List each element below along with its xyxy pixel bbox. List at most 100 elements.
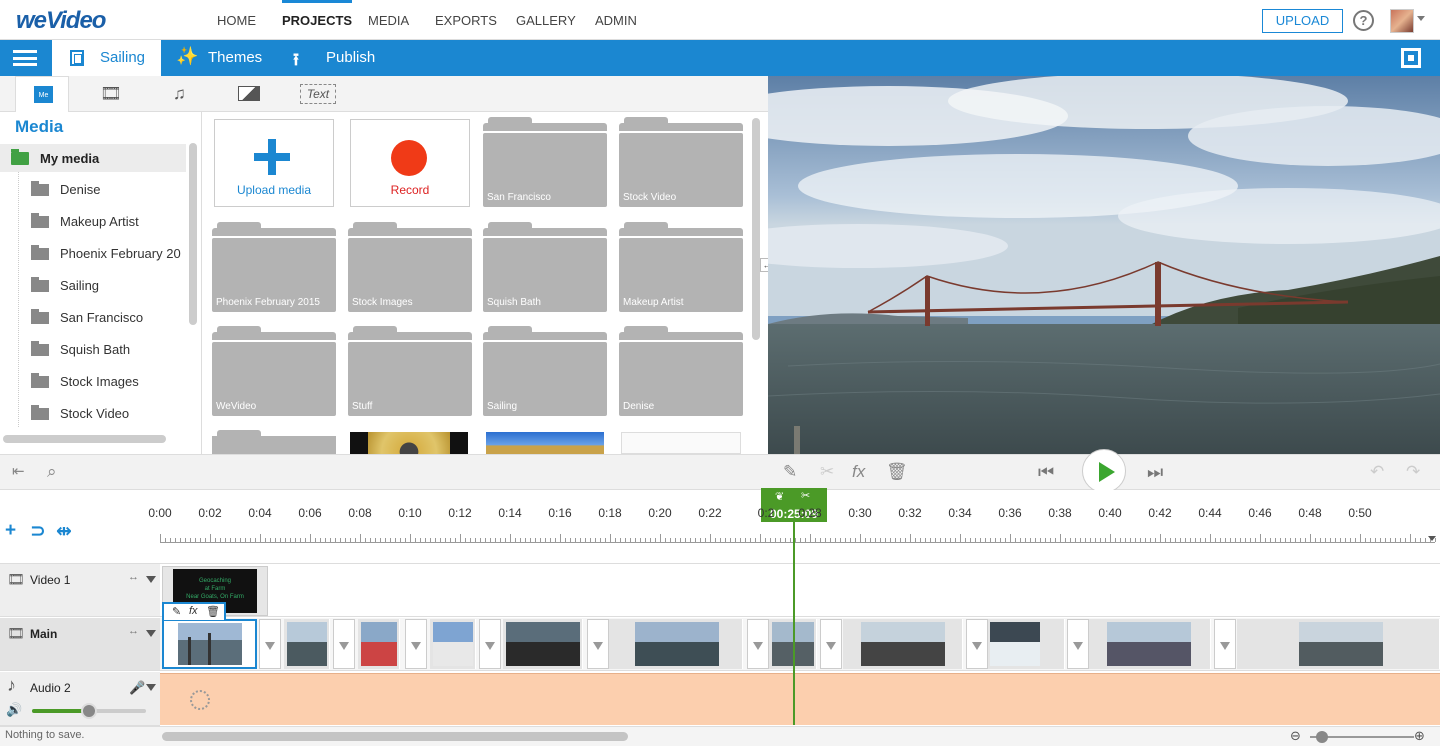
zoom-slider-handle[interactable] [1316, 731, 1328, 743]
video-clip[interactable] [430, 619, 476, 669]
tab-project-sailing[interactable]: Sailing [52, 40, 161, 76]
video-clip[interactable] [503, 619, 583, 669]
tree-item-stock-video[interactable]: Stock Video [31, 402, 186, 426]
chevron-down-icon[interactable] [146, 684, 156, 691]
video-clip[interactable] [284, 619, 330, 669]
tree-horizontal-scrollbar[interactable] [3, 435, 166, 443]
chevron-down-icon[interactable] [146, 576, 156, 583]
tab-backgrounds[interactable] [222, 76, 276, 112]
track-header-video-1[interactable]: 🎞 Video 1 ↔ [0, 564, 160, 617]
upload-button[interactable]: UPLOAD [1262, 9, 1343, 33]
fx-icon[interactable]: fx [852, 462, 865, 482]
nav-exports[interactable]: EXPORTS [435, 0, 497, 40]
tree-item-my-media[interactable]: My media [0, 144, 186, 172]
fx-icon[interactable]: fx [189, 605, 198, 617]
transition-marker[interactable] [1067, 619, 1089, 669]
marker-icon[interactable]: ❦ [775, 490, 784, 503]
track-link-icon[interactable]: ↔ [128, 571, 139, 583]
tab-transitions[interactable]: 🎞 [85, 76, 139, 112]
tree-item-denise[interactable]: Denise [31, 178, 186, 202]
tree-item-squish-bath[interactable]: Squish Bath [31, 338, 186, 362]
volume-slider-handle[interactable] [81, 703, 97, 719]
skip-back-icon[interactable]: ⏮ [1038, 462, 1054, 483]
publish-upload-icon[interactable]: ⭱ [293, 47, 299, 76]
tree-item-sailing[interactable]: Sailing [31, 274, 186, 298]
grid-folder-partial[interactable] [212, 430, 336, 454]
themes-button[interactable]: Themes [208, 49, 262, 66]
track-lane-audio-2[interactable] [160, 673, 1440, 725]
ruler-scroll-caret-icon[interactable] [1428, 536, 1436, 541]
undo-icon[interactable]: ↶ [1370, 462, 1384, 482]
transition-marker[interactable] [259, 619, 281, 669]
record-tile[interactable]: Record [350, 119, 470, 207]
media-thumbnail-cat[interactable] [350, 432, 468, 454]
video-clip[interactable] [987, 619, 1065, 669]
microphone-icon[interactable]: 🎤 [129, 680, 145, 696]
tree-item-makeup-artist[interactable]: Makeup Artist [31, 210, 186, 234]
track-link-icon[interactable]: ↔ [128, 625, 139, 637]
chevron-down-icon[interactable] [1417, 16, 1425, 21]
add-track-icon[interactable]: + [5, 520, 16, 542]
magnet-snap-icon[interactable]: ⊃ [30, 520, 46, 543]
grid-folder-stock-images[interactable]: Stock Images [348, 222, 472, 314]
transition-marker[interactable] [1214, 619, 1236, 669]
video-clip[interactable] [358, 619, 400, 669]
transition-marker[interactable] [405, 619, 427, 669]
trash-icon[interactable]: 🗑 [886, 462, 908, 482]
transition-marker[interactable] [747, 619, 769, 669]
track-header-main[interactable]: 🎞 Main ↔ [0, 618, 160, 671]
video-preview[interactable] [768, 76, 1440, 454]
pencil-edit-icon[interactable]: ✎ [783, 462, 797, 482]
fit-timeline-icon[interactable]: ⇹ [56, 520, 72, 543]
help-icon[interactable]: ? [1353, 10, 1374, 31]
zoom-in-icon[interactable]: ⊕ [1414, 728, 1425, 744]
timeline-ruler[interactable] [0, 490, 1440, 564]
tab-audio[interactable]: ♫ [153, 76, 207, 112]
collapse-panel-icon[interactable]: ⇤ [12, 462, 25, 480]
transition-marker[interactable] [333, 619, 355, 669]
track-lane-video-1[interactable] [160, 564, 1440, 617]
pencil-edit-icon[interactable]: ✎ [172, 605, 181, 618]
video-clip[interactable] [843, 619, 963, 669]
video-clip[interactable] [1237, 619, 1440, 669]
tree-item-san-francisco[interactable]: San Francisco [31, 306, 186, 330]
nav-projects[interactable]: PROJECTS [282, 0, 353, 40]
tree-vertical-scrollbar[interactable] [189, 143, 197, 325]
grid-folder-san-francisco[interactable]: San Francisco [483, 117, 607, 209]
publish-button[interactable]: Publish [326, 49, 375, 66]
tree-item-phoenix[interactable]: Phoenix February 20 [31, 242, 186, 266]
clip-tools-popover[interactable]: ✎ fx 🗑 [162, 602, 226, 620]
grid-folder-stock-video[interactable]: Stock Video [619, 117, 743, 209]
transition-marker[interactable] [820, 619, 842, 669]
transition-marker[interactable] [479, 619, 501, 669]
wevideo-logo[interactable]: weVideo [16, 7, 106, 35]
tree-item-stock-images[interactable]: Stock Images [31, 370, 186, 394]
grid-folder-makeup-artist[interactable]: Makeup Artist [619, 222, 743, 314]
split-scissors-icon[interactable]: ✂ [820, 462, 834, 482]
video-clip[interactable] [609, 619, 743, 669]
nav-gallery[interactable]: GALLERY [516, 0, 576, 40]
skip-forward-icon[interactable]: ⏭ [1147, 462, 1163, 483]
grid-folder-wevideo[interactable]: WeVideo [212, 326, 336, 418]
transition-marker[interactable] [966, 619, 988, 669]
media-thumbnail-white[interactable] [621, 432, 741, 454]
transition-marker[interactable] [587, 619, 609, 669]
avatar[interactable] [1390, 9, 1414, 33]
video-clip[interactable] [1089, 619, 1211, 669]
zoom-out-icon[interactable]: ⊖ [1290, 728, 1301, 744]
search-icon[interactable]: ⌕ [47, 462, 57, 482]
grid-folder-sailing[interactable]: Sailing [483, 326, 607, 418]
grid-folder-squish-bath[interactable]: Squish Bath [483, 222, 607, 314]
fullscreen-icon[interactable] [1401, 48, 1421, 68]
split-icon[interactable]: ✂ [801, 489, 810, 502]
grid-folder-phoenix[interactable]: Phoenix February 2015 [212, 222, 336, 314]
play-button[interactable] [1082, 449, 1126, 493]
media-thumbnail-landscape[interactable] [486, 432, 604, 454]
grid-folder-stuff[interactable]: Stuff [348, 326, 472, 418]
magic-wand-icon[interactable]: ✨ [176, 46, 198, 67]
redo-icon[interactable]: ↷ [1406, 462, 1420, 482]
nav-media[interactable]: MEDIA [368, 0, 409, 40]
nav-home[interactable]: HOME [217, 0, 256, 40]
nav-admin[interactable]: ADMIN [595, 0, 637, 40]
chevron-down-icon[interactable] [146, 630, 156, 637]
